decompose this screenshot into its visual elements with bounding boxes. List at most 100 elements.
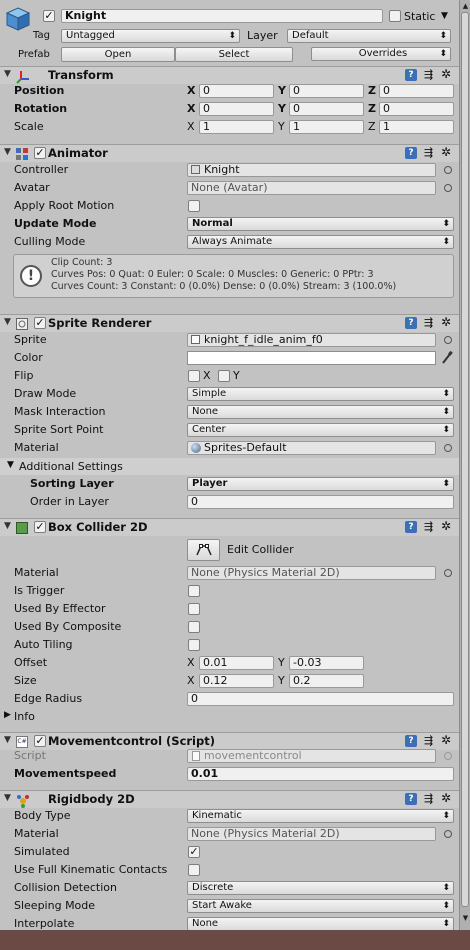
movement-script-enabled-checkbox[interactable]: ✓	[34, 735, 46, 747]
scale-y-input[interactable]: 1	[289, 120, 364, 134]
help-book-icon[interactable]: ?	[405, 147, 417, 159]
scale-x-label[interactable]: X	[187, 120, 195, 134]
offset-x-input[interactable]: 0.01	[199, 656, 274, 670]
eyedropper-icon[interactable]	[441, 350, 453, 364]
controller-field[interactable]: Knight	[187, 163, 436, 177]
gear-icon[interactable]: ✲	[441, 68, 451, 81]
tag-dropdown[interactable]: Untagged ⬍	[61, 29, 240, 43]
object-picker-icon[interactable]	[444, 336, 452, 344]
avatar-field[interactable]: None (Avatar)	[187, 181, 436, 195]
object-picker-icon[interactable]	[444, 184, 452, 192]
sprite-renderer-enabled-checkbox[interactable]: ✓	[34, 317, 46, 329]
position-y-input[interactable]: 0	[289, 84, 364, 98]
scrollbar-thumb[interactable]	[461, 12, 469, 907]
animator-enabled-checkbox[interactable]: ✓	[34, 147, 46, 159]
size-y-label[interactable]: Y	[278, 674, 285, 688]
scroll-up-arrow-icon[interactable]: ▲	[461, 2, 470, 11]
used-by-composite-checkbox[interactable]	[188, 621, 200, 633]
culling-mode-dropdown[interactable]: Always Animate ⬍	[187, 235, 454, 249]
scale-z-label[interactable]: Z	[368, 120, 376, 134]
object-name-input[interactable]: Knight	[61, 9, 383, 23]
box-collider-header[interactable]: ▼ ✓ Box Collider 2D ? ⇶ ✲	[0, 518, 459, 536]
additional-settings-foldout[interactable]: ▼ Additional Settings	[0, 458, 459, 475]
active-checkbox[interactable]: ✓	[43, 10, 55, 22]
scale-z-input[interactable]: 1	[379, 120, 454, 134]
fold-open-icon[interactable]: ▼	[4, 317, 11, 327]
transform-header[interactable]: ▼ Transform ? ⇶ ✲	[0, 66, 459, 84]
object-picker-icon[interactable]	[444, 444, 452, 452]
static-checkbox[interactable]	[389, 10, 401, 22]
help-book-icon[interactable]: ?	[405, 793, 417, 805]
gear-icon[interactable]: ✲	[441, 316, 451, 329]
offset-y-input[interactable]: -0.03	[289, 656, 364, 670]
rotation-x-label[interactable]: X	[187, 102, 195, 116]
position-x-input[interactable]: 0	[199, 84, 274, 98]
mask-interaction-dropdown[interactable]: None ⬍	[187, 405, 454, 419]
rotation-y-label[interactable]: Y	[278, 102, 286, 116]
order-in-layer-input[interactable]: 0	[187, 495, 454, 509]
scroll-down-arrow-icon[interactable]: ▼	[461, 914, 470, 923]
inspector-scrollbar[interactable]: ▲ ▼	[459, 0, 470, 930]
object-picker-icon[interactable]	[444, 830, 452, 838]
sorting-layer-dropdown[interactable]: Player ⬍	[187, 477, 454, 491]
collider-material-field[interactable]: None (Physics Material 2D)	[187, 566, 436, 580]
sleeping-mode-dropdown[interactable]: Start Awake ⬍	[187, 899, 454, 913]
help-book-icon[interactable]: ?	[405, 317, 417, 329]
layer-dropdown[interactable]: Default ⬍	[287, 29, 451, 43]
body-type-dropdown[interactable]: Kinematic ⬍	[187, 809, 454, 823]
flip-x-checkbox[interactable]	[188, 370, 200, 382]
object-picker-icon[interactable]	[444, 166, 452, 174]
simulated-checkbox[interactable]: ✓	[188, 846, 200, 858]
position-z-input[interactable]: 0	[379, 84, 454, 98]
rigidbody-material-field[interactable]: None (Physics Material 2D)	[187, 827, 436, 841]
help-book-icon[interactable]: ?	[405, 735, 417, 747]
sprite-field[interactable]: knight_f_idle_anim_f0	[187, 333, 436, 347]
collision-detection-dropdown[interactable]: Discrete ⬍	[187, 881, 454, 895]
material-field[interactable]: Sprites-Default	[187, 441, 436, 455]
preset-icon[interactable]: ⇶	[424, 735, 433, 747]
gear-icon[interactable]: ✲	[441, 792, 451, 805]
interpolate-dropdown[interactable]: None ⬍	[187, 917, 454, 930]
preset-icon[interactable]: ⇶	[424, 147, 433, 159]
use-full-kinematic-contacts-checkbox[interactable]	[188, 864, 200, 876]
edge-radius-input[interactable]: 0	[187, 692, 454, 706]
draw-mode-dropdown[interactable]: Simple ⬍	[187, 387, 454, 401]
prefab-overrides-dropdown[interactable]: Overrides ⬍	[311, 47, 451, 61]
preset-icon[interactable]: ⇶	[424, 521, 433, 533]
position-y-label[interactable]: Y	[278, 84, 286, 98]
prefab-open-button[interactable]: Open	[61, 47, 175, 62]
preset-icon[interactable]: ⇶	[424, 793, 433, 805]
help-book-icon[interactable]: ?	[405, 521, 417, 533]
flip-y-checkbox[interactable]	[218, 370, 230, 382]
edit-collider-button[interactable]	[187, 539, 220, 561]
box-collider-enabled-checkbox[interactable]: ✓	[34, 521, 46, 533]
rotation-y-input[interactable]: 0	[289, 102, 364, 116]
movement-script-header[interactable]: ▼ C# ✓ Movementcontrol (Script) ? ⇶ ✲	[0, 732, 459, 750]
size-x-input[interactable]: 0.12	[199, 674, 274, 688]
sprite-renderer-header[interactable]: ▼ ✓ Sprite Renderer ? ⇶ ✲	[0, 314, 459, 332]
scale-y-label[interactable]: Y	[278, 120, 285, 134]
update-mode-dropdown[interactable]: Normal ⬍	[187, 217, 454, 231]
rotation-z-input[interactable]: 0	[379, 102, 454, 116]
offset-y-label[interactable]: Y	[278, 656, 285, 670]
auto-tiling-checkbox[interactable]	[188, 639, 200, 651]
preset-icon[interactable]: ⇶	[424, 69, 433, 81]
fold-open-icon[interactable]: ▼	[4, 793, 11, 803]
rigidbody-header[interactable]: ▼ Rigidbody 2D ? ⇶ ✲	[0, 790, 459, 808]
size-y-input[interactable]: 0.2	[289, 674, 364, 688]
help-book-icon[interactable]: ?	[405, 69, 417, 81]
prefab-select-button[interactable]: Select	[175, 47, 293, 62]
position-z-label[interactable]: Z	[368, 84, 376, 98]
is-trigger-checkbox[interactable]	[188, 585, 200, 597]
size-x-label[interactable]: X	[187, 674, 195, 688]
position-x-label[interactable]: X	[187, 84, 195, 98]
gear-icon[interactable]: ✲	[441, 146, 451, 159]
info-foldout[interactable]: ▶ Info	[0, 709, 200, 725]
object-picker-icon[interactable]	[444, 569, 452, 577]
static-dropdown-icon[interactable]: ▼	[441, 9, 448, 24]
offset-x-label[interactable]: X	[187, 656, 195, 670]
scale-x-input[interactable]: 1	[199, 120, 274, 134]
preset-icon[interactable]: ⇶	[424, 317, 433, 329]
fold-open-icon[interactable]: ▼	[4, 735, 11, 745]
gear-icon[interactable]: ✲	[441, 734, 451, 747]
